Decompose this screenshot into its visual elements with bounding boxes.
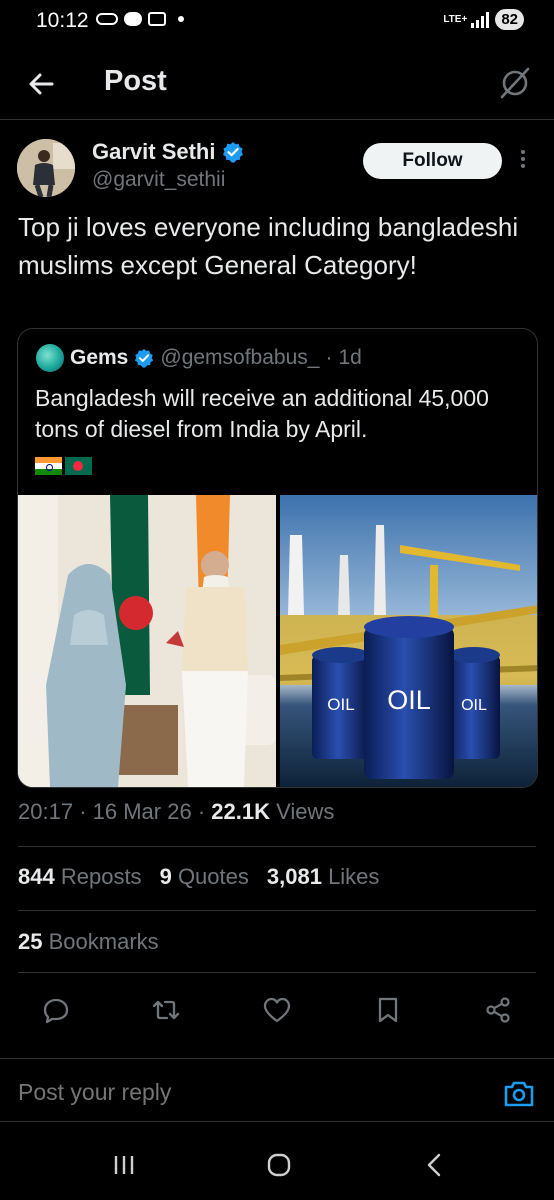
quote-age: 1d <box>338 346 362 369</box>
barrel-left: OIL <box>312 647 370 759</box>
status-time: 10:12 <box>36 9 89 32</box>
oil-barrels-illustration: OIL OIL OIL <box>280 495 537 787</box>
more-notifications-icon <box>178 16 184 22</box>
leaders-illustration <box>18 495 276 787</box>
post-metadata: 20:17 · 16 Mar 26 · 22.1K Views <box>18 799 334 825</box>
divider <box>18 910 536 911</box>
india-flag-icon <box>35 457 62 475</box>
quote-author-name: Gems <box>70 346 129 369</box>
like-icon <box>263 997 291 1023</box>
reply-composer <box>0 1058 554 1122</box>
meta-separator: · <box>197 799 206 824</box>
verified-badge-icon <box>135 348 154 368</box>
quotes-stat[interactable]: 9 Quotes <box>160 864 249 890</box>
bangladesh-flag-icon <box>65 457 92 475</box>
post-date: 16 Mar 26 <box>92 799 192 824</box>
back-chevron-icon <box>427 1153 441 1177</box>
flag-emojis <box>35 457 92 475</box>
chat-icon <box>124 12 142 26</box>
bookmarks-label: Bookmarks <box>48 929 159 954</box>
quotes-count: 9 <box>159 864 172 889</box>
oil-label: OIL <box>327 695 354 714</box>
reposts-label: Reposts <box>60 864 142 889</box>
bookmarks-stat[interactable]: 25 Bookmarks <box>18 929 159 955</box>
quote-text: Bangladesh will receive an additional 45… <box>35 385 489 442</box>
share-icon <box>486 997 510 1023</box>
grok-icon <box>500 67 530 99</box>
top-app-bar: Post <box>0 50 554 120</box>
verified-badge-icon <box>223 142 244 163</box>
author-name-row[interactable]: Garvit Sethi <box>92 139 244 165</box>
likes-count: 3,081 <box>266 864 322 889</box>
oil-label: OIL <box>461 697 487 714</box>
system-icons: LTE+ 82 <box>443 9 524 30</box>
follow-button[interactable]: Follow <box>363 143 502 179</box>
home-button[interactable] <box>259 1148 299 1182</box>
bookmark-icon <box>378 997 398 1023</box>
post-time: 20:17 <box>18 799 74 824</box>
back-button[interactable] <box>22 64 62 104</box>
engagement-stats: 844 Reposts 9 Quotes 3,081 Likes <box>18 864 379 890</box>
status-bar: 10:12 LTE+ 82 <box>0 0 554 44</box>
repost-button[interactable] <box>144 988 188 1032</box>
author-handle[interactable]: @garvit_sethii <box>92 168 225 192</box>
recents-icon <box>114 1156 134 1174</box>
quote-avatar <box>36 344 64 372</box>
voicemail-icon <box>96 13 118 25</box>
share-button[interactable] <box>476 988 520 1032</box>
barrel-center: OIL <box>364 616 454 779</box>
like-button[interactable] <box>255 988 299 1032</box>
signal-icon <box>471 11 490 28</box>
views-count: 22.1K <box>211 799 270 824</box>
author-name[interactable]: Garvit Sethi <box>92 139 215 165</box>
grok-button[interactable] <box>496 64 534 102</box>
battery-indicator: 82 <box>495 9 524 30</box>
notification-icons <box>96 12 184 26</box>
meta-separator: · <box>79 799 87 824</box>
reply-input[interactable] <box>18 1079 418 1106</box>
quote-separator: · <box>325 346 333 369</box>
avatar[interactable] <box>17 139 75 197</box>
reposts-count: 844 <box>18 864 55 889</box>
system-navigation-bar <box>0 1130 554 1200</box>
page-title: Post <box>104 65 167 97</box>
message-icon <box>148 12 166 26</box>
divider <box>18 846 536 847</box>
likes-stat[interactable]: 3,081 Likes <box>267 864 380 890</box>
camera-icon <box>504 1081 534 1107</box>
barrel-right: OIL <box>448 647 500 759</box>
camera-button[interactable] <box>502 1079 536 1109</box>
likes-label: Likes <box>328 864 380 889</box>
views-label: Views <box>276 799 335 824</box>
quoted-post[interactable]: Gems @gemsofbabus_ · 1d Bangladesh will … <box>17 328 538 788</box>
quote-image-oil-barrels[interactable]: OIL OIL OIL <box>280 495 537 787</box>
network-type: LTE+ <box>443 13 468 25</box>
divider <box>18 972 536 973</box>
reply-icon <box>43 998 69 1024</box>
quote-image-leaders[interactable] <box>18 495 276 787</box>
post-text: Top ji loves everyone including banglade… <box>18 212 519 280</box>
quote-header: Gems @gemsofbabus_ · 1d <box>36 344 362 372</box>
back-arrow-icon <box>29 73 54 95</box>
system-back-button[interactable] <box>414 1148 454 1182</box>
bookmarks-count: 25 <box>18 929 43 954</box>
quotes-label: Quotes <box>177 864 249 889</box>
quote-author-handle: @gemsofbabus_ <box>160 346 320 369</box>
reposts-stat[interactable]: 844 Reposts <box>18 864 142 890</box>
repost-icon <box>152 1000 180 1020</box>
bookmark-button[interactable] <box>366 988 410 1032</box>
home-icon <box>267 1153 291 1177</box>
avatar-photo <box>17 139 75 197</box>
recents-button[interactable] <box>104 1148 144 1182</box>
reply-button[interactable] <box>34 988 78 1032</box>
oil-label: OIL <box>387 685 431 715</box>
more-options-icon[interactable] <box>518 150 528 174</box>
action-bar <box>0 988 554 1032</box>
